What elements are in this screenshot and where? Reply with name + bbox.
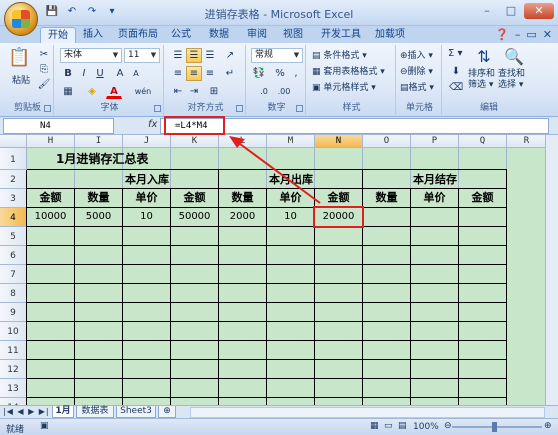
- sheet-tab-1[interactable]: 1月: [52, 406, 74, 418]
- sheet-tab-data[interactable]: 数据表: [76, 406, 114, 418]
- office-button[interactable]: [4, 2, 38, 36]
- sheet-nav-arrows-icon[interactable]: |◀ ◀ ▶ ▶|: [3, 407, 50, 416]
- zoom-slider[interactable]: [452, 426, 542, 428]
- horizontal-scrollbar[interactable]: [190, 407, 545, 418]
- zoom-in-icon[interactable]: ⊕: [544, 421, 552, 431]
- sheet-tab-sheet3[interactable]: Sheet3: [116, 406, 156, 418]
- zoom-out-icon[interactable]: ⊖: [444, 421, 452, 431]
- sheet-tabs-bar: |◀ ◀ ▶ ▶| 1月 数据表 Sheet3 ⊕: [0, 405, 558, 418]
- status-bar: 就绪 ▣ ▦ ▭ ▤ 100% ⊖ ⊕: [0, 418, 558, 435]
- arrow-line: [235, 140, 321, 204]
- annotation-arrow: [229, 136, 321, 204]
- view-normal-icon[interactable]: ▦: [370, 421, 379, 431]
- zoom-knob[interactable]: [492, 422, 497, 432]
- zoom-level[interactable]: 100%: [413, 422, 439, 432]
- view-pagebreak-icon[interactable]: ▤: [398, 421, 407, 431]
- view-layout-icon[interactable]: ▭: [384, 421, 393, 431]
- macro-record-icon[interactable]: ▣: [40, 421, 49, 431]
- status-ready: 就绪: [6, 425, 25, 435]
- insert-sheet-icon[interactable]: ⊕: [158, 406, 176, 418]
- office-logo-icon: [12, 10, 30, 28]
